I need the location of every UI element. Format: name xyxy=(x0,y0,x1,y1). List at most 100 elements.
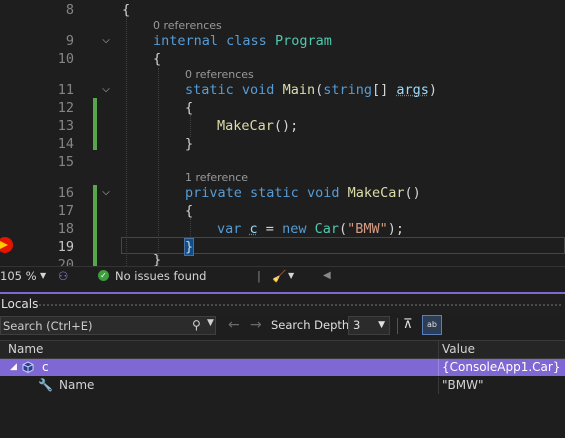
keyword: var xyxy=(217,221,242,237)
indent-guide xyxy=(190,115,191,137)
copilot-icon[interactable]: ⚇ xyxy=(58,267,68,285)
keyword: void xyxy=(306,185,340,201)
change-tracking-bar xyxy=(93,185,97,266)
method-name: MakeCar xyxy=(347,185,405,201)
column-divider xyxy=(438,359,439,376)
collapse-icon[interactable]: ⌵ xyxy=(100,35,112,47)
search-depth-select[interactable]: 3 ▼ xyxy=(348,316,390,335)
property-wrench-icon: 🔧 xyxy=(38,378,53,392)
line-number: 9 xyxy=(65,33,74,49)
code-text: () xyxy=(404,185,421,201)
keyword: string xyxy=(323,82,373,98)
keyword: internal xyxy=(153,33,219,49)
line-number: 15 xyxy=(57,154,74,170)
code-line-11: static void Main(string[] args) xyxy=(185,82,438,98)
brace: { xyxy=(185,100,194,116)
code-line-18: var c = new Car("BMW"); xyxy=(217,221,405,237)
line-number: 12 xyxy=(57,100,74,116)
line-number: 16 xyxy=(57,185,74,201)
line-number: 8 xyxy=(65,2,74,18)
codelens-references[interactable]: 0 references xyxy=(185,67,254,82)
string-literal: "BMW" xyxy=(347,221,388,237)
zoom-dropdown-icon[interactable]: ▼ xyxy=(40,267,46,285)
toolbar-separator xyxy=(397,318,398,334)
code-cleanup-icon[interactable]: 🧹 xyxy=(272,267,286,285)
collapse-icon[interactable]: ⌵ xyxy=(100,187,112,199)
column-divider[interactable] xyxy=(438,341,439,358)
code-text: = xyxy=(257,221,283,237)
brace: } xyxy=(183,238,195,256)
code-text: [] xyxy=(372,82,397,98)
code-line-14: } xyxy=(185,136,193,153)
brace: { xyxy=(122,2,131,18)
breakpoint-execution-arrow-icon[interactable] xyxy=(0,237,13,253)
expand-icon[interactable]: ◢ xyxy=(10,359,17,376)
search-options-dropdown-icon[interactable]: ▼ xyxy=(207,318,214,328)
keyword: new xyxy=(282,221,307,237)
drag-grip[interactable] xyxy=(38,303,562,307)
type-name: Program xyxy=(274,33,332,49)
line-number: 14 xyxy=(57,136,74,152)
pin-icon[interactable]: ⊼ xyxy=(403,317,413,332)
property-value[interactable]: "BMW" xyxy=(442,377,484,394)
keyword: static xyxy=(185,82,234,98)
object-icon xyxy=(22,361,34,373)
keyword: static xyxy=(250,185,299,201)
codelens-references[interactable]: 0 references xyxy=(153,18,222,33)
code-line-13: MakeCar(); xyxy=(217,118,298,135)
zoom-level[interactable]: 105 % xyxy=(0,267,37,285)
check-icon: ✓ xyxy=(98,270,109,281)
line-number: 10 xyxy=(57,51,74,67)
type-name: Car xyxy=(314,221,339,237)
code-editor[interactable]: 8 { 0 references 9 ⌵ internal class Prog… xyxy=(0,0,565,266)
brace: { xyxy=(185,203,194,219)
variable-value[interactable]: {ConsoleApp1.Car} xyxy=(442,359,560,376)
locals-toolbar: ⚲ ▼ ← → Search Depth: 3 ▼ ⊼ ab xyxy=(0,314,565,338)
table-row[interactable]: 🔧 Name "BMW" xyxy=(0,377,565,394)
method-name: Main xyxy=(282,82,316,98)
code-line-8: { xyxy=(122,2,130,19)
scroll-left-icon[interactable]: ◀ xyxy=(323,267,331,285)
hexadecimal-display-icon[interactable]: ab xyxy=(422,315,442,335)
indent-guide xyxy=(126,17,127,266)
brace: { xyxy=(153,51,162,67)
chevron-down-icon: ▼ xyxy=(378,320,385,330)
code-text: ); xyxy=(387,221,405,237)
variable-name: c xyxy=(249,221,258,237)
brace: } xyxy=(185,136,194,152)
locals-window: Locals ⚲ ▼ ← → Search Depth: 3 ▼ ⊼ ab Na… xyxy=(0,294,565,438)
value-column-header[interactable]: Value xyxy=(442,341,475,358)
search-box[interactable]: ⚲ ▼ xyxy=(0,316,216,335)
line-number: 18 xyxy=(57,221,74,237)
keyword: class xyxy=(226,33,267,49)
issues-status[interactable]: No issues found xyxy=(115,267,206,285)
code-text: ) xyxy=(428,82,438,98)
grid-header: Name Value xyxy=(0,340,565,359)
search-input[interactable] xyxy=(1,317,185,334)
keyword: private xyxy=(185,185,242,201)
property-name: Name xyxy=(59,378,95,392)
panel-title: Locals xyxy=(1,297,39,311)
brace: } xyxy=(153,252,162,266)
search-icon[interactable]: ⚲ xyxy=(192,318,201,332)
line-number: 19 xyxy=(57,239,74,255)
search-depth-value: 3 xyxy=(353,318,361,332)
search-previous-icon[interactable]: ← xyxy=(228,317,240,333)
line-number: 17 xyxy=(57,203,74,219)
code-line-9: internal class Program xyxy=(153,33,332,50)
code-cleanup-dropdown-icon[interactable]: ▼ xyxy=(288,267,294,285)
code-text: (); xyxy=(273,118,299,134)
column-divider xyxy=(438,377,439,394)
codelens-references[interactable]: 1 reference xyxy=(185,170,248,185)
code-line-10: { xyxy=(153,51,161,68)
table-row[interactable]: ◢ c {ConsoleApp1.Car} xyxy=(0,359,565,376)
variable-name: c xyxy=(42,360,49,374)
locals-title-bar[interactable]: Locals xyxy=(0,294,565,314)
line-number: 13 xyxy=(57,118,74,134)
method-name: MakeCar xyxy=(217,118,274,134)
code-line-16: private static void MakeCar() xyxy=(185,185,421,202)
name-column-header[interactable]: Name xyxy=(8,341,43,358)
code-line-20: } xyxy=(153,252,161,266)
search-next-icon[interactable]: → xyxy=(250,317,262,333)
collapse-icon[interactable]: ⌵ xyxy=(100,84,112,96)
